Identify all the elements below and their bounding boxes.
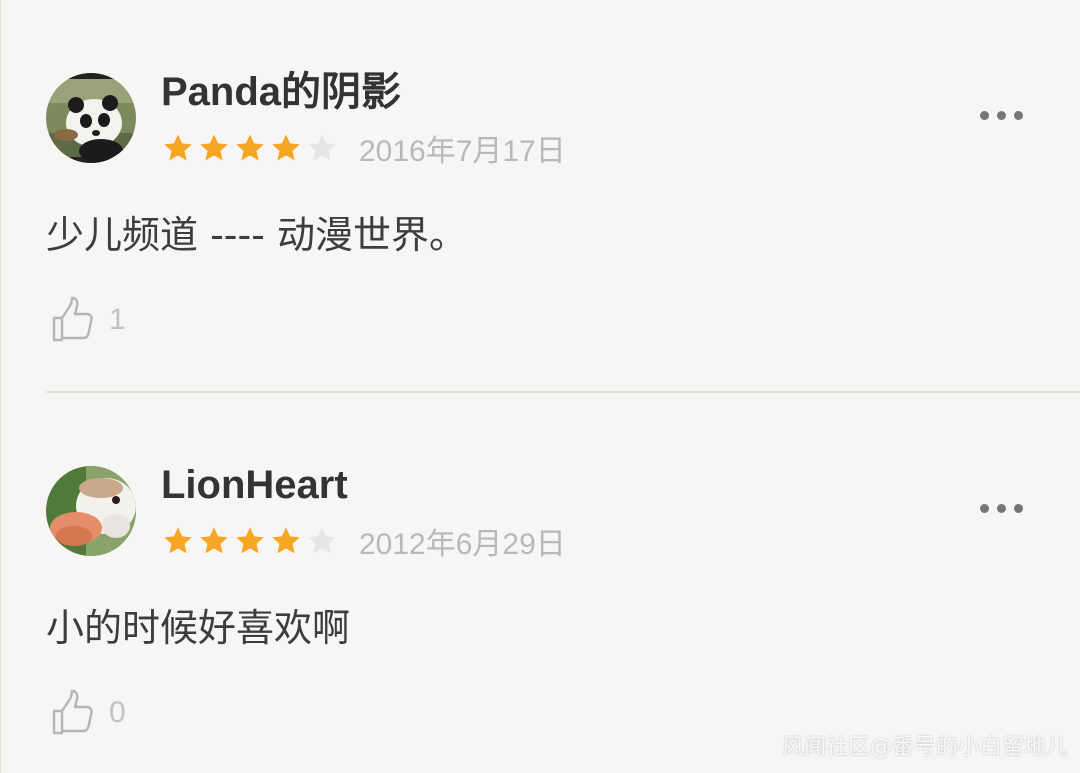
- like-button[interactable]: 0: [51, 688, 126, 738]
- hamster-avatar-icon: [46, 466, 136, 556]
- rating-row: 2012年6月29日: [161, 521, 566, 561]
- user-avatar[interactable]: [46, 466, 136, 556]
- reviews-page: Panda的阴影 2016年7月17日 少儿频道 ---- 动漫世界。 1 Li…: [0, 0, 1080, 773]
- rating-row: 2016年7月17日: [161, 128, 566, 168]
- like-button[interactable]: 1: [51, 295, 126, 345]
- review-date: 2016年7月17日: [359, 135, 566, 168]
- review-comment: 少儿频道 ---- 动漫世界。: [46, 213, 468, 257]
- more-dot: [996, 110, 1006, 120]
- more-options-button[interactable]: [971, 100, 1031, 130]
- star-rating: [161, 131, 341, 165]
- panda-avatar-icon: [46, 73, 136, 163]
- star-filled-icon: [272, 527, 300, 554]
- star-filled-icon: [164, 527, 192, 554]
- star-filled-icon: [200, 134, 228, 161]
- review-date: 2012年6月29日: [359, 528, 566, 561]
- more-dot: [996, 503, 1006, 513]
- more-dot: [979, 110, 989, 120]
- star-filled-icon: [236, 527, 264, 554]
- like-count: 0: [109, 696, 126, 729]
- username[interactable]: Panda的阴影: [161, 72, 401, 112]
- more-dot: [1013, 503, 1023, 513]
- star-filled-icon: [236, 134, 264, 161]
- watermark: 风闻社区@番号的小白留地儿: [781, 735, 1068, 760]
- star-filled-icon: [164, 134, 192, 161]
- thumbs-up-icon: [52, 296, 93, 342]
- star-filled-icon: [272, 134, 300, 161]
- user-avatar[interactable]: [46, 73, 136, 163]
- star-empty-icon: [308, 134, 336, 161]
- star-empty-icon: [308, 527, 336, 554]
- more-options-button[interactable]: [971, 493, 1031, 523]
- review-item: Panda的阴影 2016年7月17日 少儿频道 ---- 动漫世界。 1: [1, 0, 1080, 392]
- like-count: 1: [109, 303, 126, 336]
- star-rating: [161, 524, 341, 558]
- review-item: LionHeart 2012年6月29日 小的时候好喜欢啊 0: [1, 393, 1080, 773]
- review-comment: 小的时候好喜欢啊: [46, 606, 351, 650]
- more-dot: [1013, 110, 1023, 120]
- username[interactable]: LionHeart: [161, 465, 348, 505]
- more-dot: [979, 503, 989, 513]
- star-filled-icon: [200, 527, 228, 554]
- thumbs-up-icon: [52, 689, 93, 735]
